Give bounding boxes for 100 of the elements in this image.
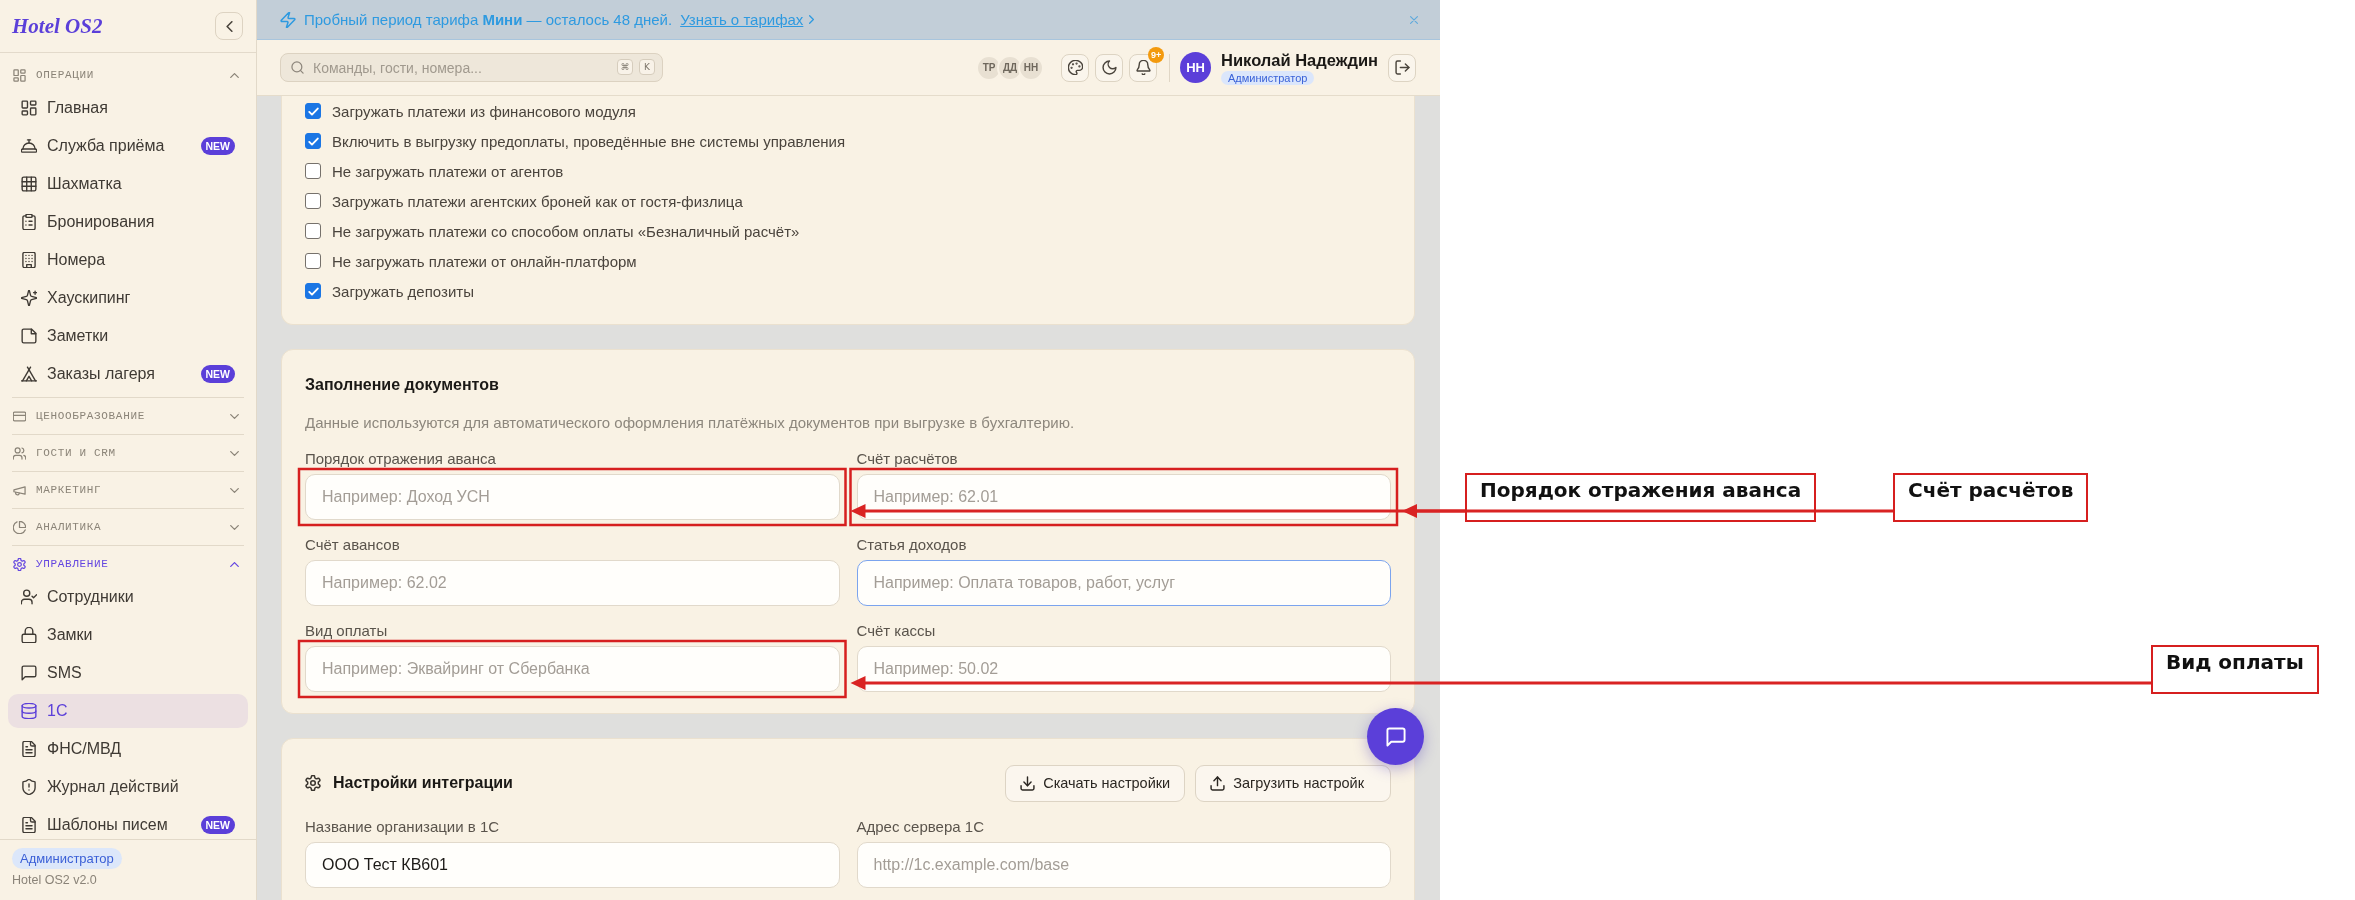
checkbox[interactable]: [305, 103, 321, 119]
nav-item[interactable]: Хаускипинг: [8, 281, 248, 315]
option-label: Не загружать платежи от онлайн-платформ: [332, 252, 637, 270]
user-avatar: НН: [1180, 52, 1212, 83]
settings-icon: [305, 775, 321, 791]
document-icon: [21, 741, 37, 757]
section-toggle[interactable]: УПРАВЛЕНИЕ: [8, 546, 248, 578]
option-label: Загружать депозиты: [332, 282, 474, 300]
clipboard-icon: [21, 214, 37, 230]
checkbox[interactable]: [305, 223, 321, 239]
shield-icon: [21, 779, 37, 795]
collapse-sidebar-button[interactable]: [215, 12, 243, 40]
grid-icon: [21, 176, 37, 192]
field-label: Адрес сервера 1С: [856, 818, 984, 836]
download-icon: [1020, 775, 1036, 791]
palette-icon: [1067, 60, 1083, 75]
layout-grid-icon: [13, 68, 26, 82]
section-toggle[interactable]: ЦЕНООБРАЗОВАНИЕ: [8, 398, 248, 434]
nav-item[interactable]: Шахматка: [8, 167, 248, 201]
input-field[interactable]: http://1c.example.com/base: [856, 842, 1391, 888]
nav-item[interactable]: SMS: [8, 656, 248, 690]
checkbox[interactable]: [305, 133, 321, 149]
nav-item[interactable]: Бронирования: [8, 205, 248, 239]
lock-icon: [21, 627, 37, 643]
card-title: Заполнение документов: [305, 375, 500, 395]
field-label: Порядок отражения аванса: [305, 450, 496, 468]
nav-item[interactable]: Заметки: [8, 319, 248, 353]
sparkles-icon: [21, 290, 37, 306]
logout-icon: [1394, 60, 1410, 75]
checkbox[interactable]: [305, 253, 321, 269]
settings-icon: [13, 557, 26, 571]
users-icon: [13, 446, 26, 460]
card-title: Настройки интеграции: [333, 773, 513, 793]
nav-item[interactable]: ФНС/МВД: [8, 732, 248, 766]
layout-grid-icon: [21, 100, 37, 116]
app-logo: Hotel OS2: [12, 13, 103, 39]
document-icon: [21, 817, 37, 833]
theme-button[interactable]: [1061, 53, 1090, 82]
close-icon: [1408, 13, 1420, 26]
callout-label: Счёт расчётов: [1893, 473, 2089, 522]
role-badge: Администратор: [12, 848, 122, 869]
new-badge: NEW: [200, 365, 235, 383]
option-label: Не загружать платежи со способом оплаты «Безналичный расчёт»: [332, 222, 800, 240]
tent-icon: [21, 366, 37, 382]
upload-settings-button[interactable]: Загрузить настройк: [1195, 764, 1391, 802]
checkmark-icon: [307, 106, 319, 116]
input-field[interactable]: Например: Эквайринг от Сбербанка: [305, 646, 840, 692]
input-field[interactable]: Например: 50.02: [856, 646, 1391, 692]
section-toggle[interactable]: ГОСТИ И CRM: [8, 435, 248, 471]
pie-chart-icon: [13, 520, 26, 534]
field-label: Статья доходов: [856, 536, 967, 554]
option-label: Не загружать платежи от агентов: [332, 162, 564, 180]
input-field[interactable]: Например: 62.01: [856, 474, 1391, 520]
search-icon: [291, 61, 304, 74]
option-label: Включить в выгрузку предоплаты, проведённые вне системы управления: [332, 132, 846, 150]
building-icon: [21, 252, 37, 268]
nav-item[interactable]: Номера: [8, 243, 248, 277]
input-field[interactable]: Например: 62.02: [305, 560, 840, 606]
megaphone-icon: [13, 483, 26, 497]
trial-message: Пробный период тарифа Мини — осталось 48 дней.: [304, 11, 673, 28]
nav-item[interactable]: Служба приёма NEW: [8, 129, 248, 163]
message-icon: [1385, 726, 1406, 747]
nav-item[interactable]: Журнал действий: [8, 770, 248, 804]
option-label: Загружать платежи из финансового модуля: [332, 102, 636, 120]
note-icon: [21, 328, 37, 344]
notification-badge: 9+: [1148, 46, 1165, 63]
field-label: Счёт авансов: [305, 536, 400, 554]
input-field[interactable]: Например: Доход УСН: [305, 474, 840, 520]
nav-item[interactable]: Замки: [8, 618, 248, 652]
checkbox[interactable]: [305, 283, 321, 299]
input-field[interactable]: Например: Оплата товаров, работ, услуг: [856, 560, 1391, 606]
nav-item[interactable]: Главная: [8, 91, 248, 125]
nav-item[interactable]: Шаблоны писем NEW: [8, 808, 248, 839]
field-label: Счёт расчётов: [856, 450, 958, 468]
field-label: Название организации в 1С: [305, 818, 500, 836]
checkbox[interactable]: [305, 193, 321, 209]
logout-button[interactable]: [1388, 53, 1416, 82]
upload-icon: [1210, 775, 1226, 791]
moon-icon: [1101, 60, 1117, 75]
user-avatar: НН: [1018, 54, 1045, 81]
nav-item[interactable]: Сотрудники: [8, 580, 248, 614]
shortcut-key: ⌘: [617, 59, 633, 75]
field-label: Вид оплаты: [305, 622, 388, 640]
bell-icon: [1135, 60, 1151, 75]
download-settings-button[interactable]: Скачать настройки: [1005, 764, 1186, 802]
chevron-left-icon: [225, 20, 233, 32]
checkmark-icon: [307, 286, 319, 296]
user-check-icon: [21, 589, 37, 605]
callout-label: Вид оплаты: [2151, 645, 2319, 694]
card-description: Данные используются для автоматического оформления платёжных документов при выгрузке в бухгалтерию.: [305, 413, 1075, 433]
nav-item[interactable]: 1С: [8, 694, 248, 728]
checkmark-icon: [307, 136, 319, 146]
nav-item[interactable]: Заказы лагеря NEW: [8, 357, 248, 391]
input-field[interactable]: ООО Тест КВ601: [305, 842, 840, 888]
new-badge: NEW: [200, 816, 235, 834]
checkbox[interactable]: [305, 163, 321, 179]
field-label: Счёт кассы: [856, 622, 936, 640]
service-bell-icon: [21, 138, 37, 154]
dark-mode-button[interactable]: [1095, 53, 1124, 82]
version-text: Hotel OS2 v2.0: [12, 873, 97, 888]
